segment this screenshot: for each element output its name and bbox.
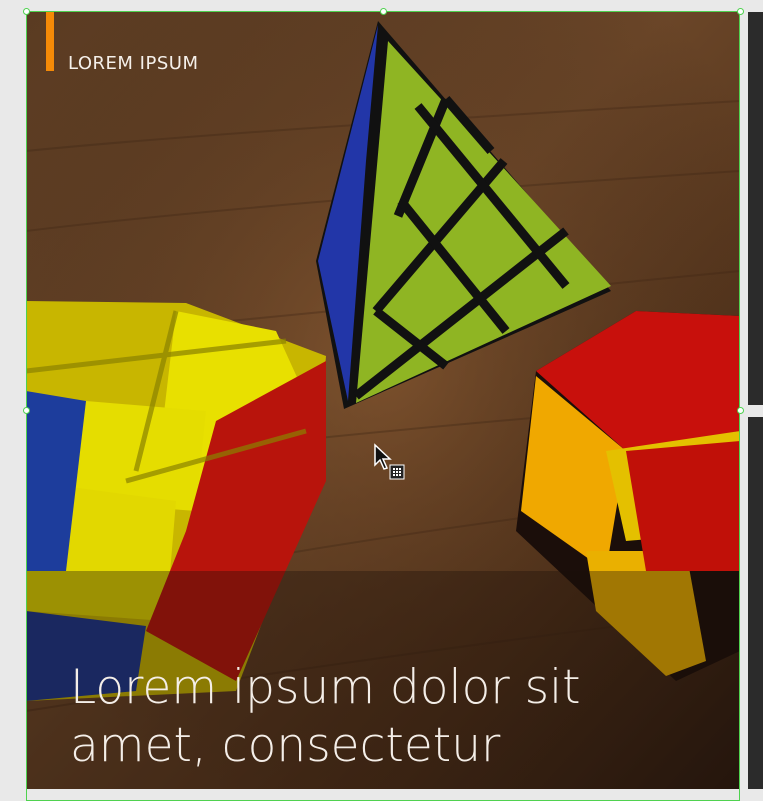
resize-handle-top-center[interactable]: [380, 8, 387, 15]
resize-handle-middle-left[interactable]: [23, 407, 30, 414]
resize-handle-top-left[interactable]: [23, 8, 30, 15]
headline[interactable]: Lorem ipsum dolor sit amet, consectetur: [70, 659, 710, 775]
eyebrow-accent-bar: [46, 11, 54, 71]
hero-card[interactable]: LOREM IPSUM Lorem ipsum dolor sit amet, …: [26, 11, 740, 789]
adjacent-panel-top[interactable]: [748, 12, 763, 405]
adjacent-panel-bottom[interactable]: [748, 417, 763, 789]
move-cursor-icon: [373, 443, 407, 483]
resize-handle-middle-right[interactable]: [737, 407, 744, 414]
resize-handle-top-right[interactable]: [737, 8, 744, 15]
eyebrow-label: LOREM IPSUM: [68, 53, 199, 74]
